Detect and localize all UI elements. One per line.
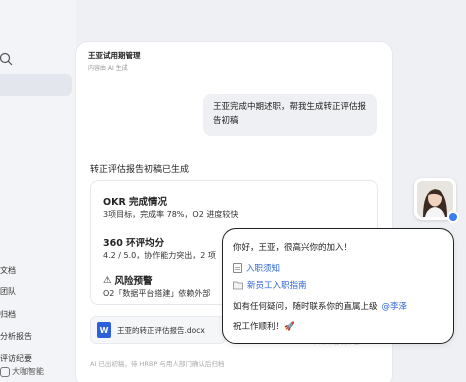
sidebar-item-team[interactable]: 团队 [0,286,16,297]
review-title: 360 环评均分 [103,238,165,249]
onboarding-guide-link[interactable]: 新员工入职指南 [247,279,307,291]
okr-title: OKR 完成情况 [103,197,168,208]
footnote: AI 已出初稿，待 HRBP 与用人部门确认后归档 [90,360,225,368]
document-icon [233,263,242,273]
okr-body: 3项目标，完成率 78%，O2 进度较快 [103,210,239,219]
warning-icon: ⚠ [103,274,112,286]
search-icon[interactable] [0,52,14,66]
sidebar: 文档 团队 归档 分析报告 评访纪要 大咖智能 [0,0,76,382]
welcome-popup: 你好，王亚，很高兴你的加入！ 入职须知 新员工入职指南 如有任何疑问，随时联系你… [222,228,454,344]
risk-title: 风险预警 [114,276,153,287]
file-name: 王亚的转正评估报告.docx [117,325,205,335]
avatar-portrait-icon [417,181,453,217]
sidebar-item-interviews[interactable]: 评访纪要 [0,353,32,364]
brand-logo-icon [0,366,10,377]
online-badge-icon [447,211,459,223]
avatar [417,181,453,217]
brand-name: 大咖智能 [12,367,44,376]
page-subtitle: 内容由 AI 生成 [88,65,128,72]
risk-heading: ⚠ 风险预警 [103,273,153,288]
brand: 大咖智能 [0,366,44,377]
user-message: 王亚完成中期述职，帮我生成转正评估报告初稿 [203,94,377,136]
assistant-avatar-button[interactable] [414,178,459,223]
sidebar-item-reports[interactable]: 分析报告 [0,331,32,342]
risk-body: O2「数据平台搭建」依赖外部 [103,289,211,298]
onboarding-notes-link[interactable]: 入职须知 [246,262,280,274]
sidebar-item-docs[interactable]: 文档 [0,265,16,276]
generated-title: 转正评估报告初稿已生成 [90,165,190,175]
onboarding-link-row[interactable]: 入职须知 [233,262,280,274]
file-attachment[interactable]: W 王亚的转正评估报告.docx [90,316,226,344]
folder-icon [233,281,243,290]
manager-mention[interactable]: @李泽 [382,300,408,312]
popup-greeting: 你好，王亚，很高兴你的加入！ [233,243,353,253]
page-title: 王亚试用期管理 [88,51,141,60]
contact-line: 如有任何疑问，随时联系你的直属上级 @李泽 [233,300,407,312]
review-body: 4.2 / 5.0，协作能力突出，2 项 [103,251,216,260]
guide-link-row[interactable]: 新员工入职指南 [233,279,307,291]
sidebar-item-archive[interactable]: 归档 [0,309,16,320]
contact-text: 如有任何疑问，随时联系你的直属上级 [233,302,378,312]
closing-text: 祝工作顺利！🚀 [233,322,295,332]
sidebar-selected-item[interactable] [0,74,72,96]
word-file-icon: W [97,322,111,338]
